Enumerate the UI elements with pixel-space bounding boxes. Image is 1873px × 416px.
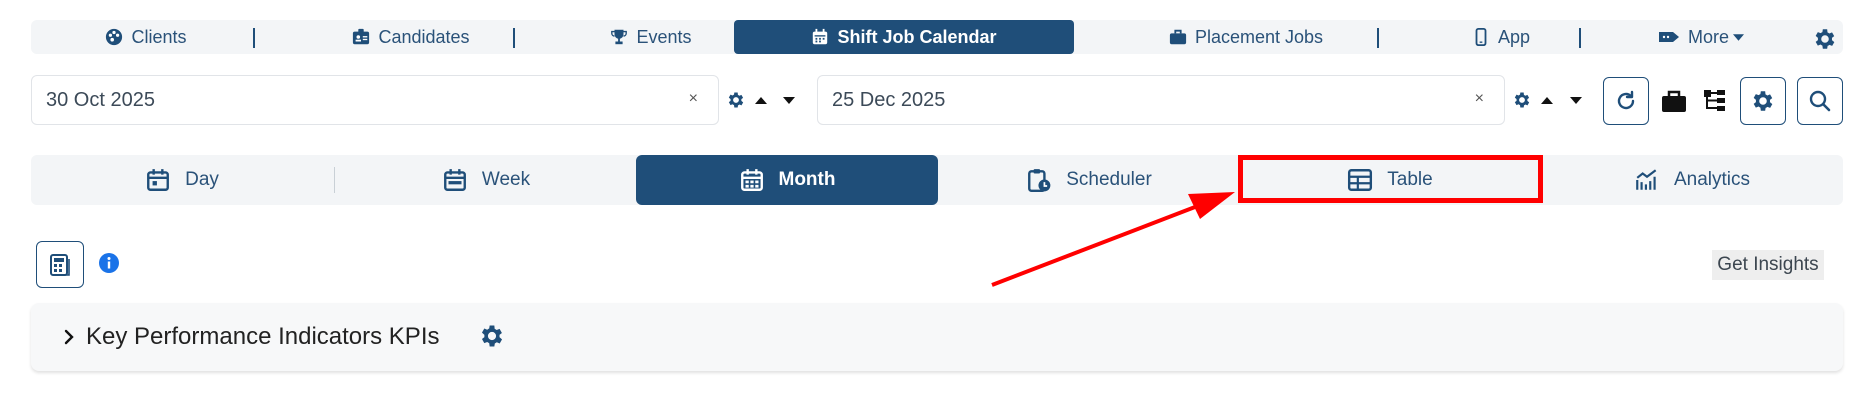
top-nav: Clients Candidates Events Shift Job Cale (31, 20, 1843, 54)
end-date-gear-icon[interactable] (1512, 90, 1532, 110)
tab-label: Day (185, 169, 219, 190)
view-tabs: Day Week Month Scheduler Table Analytics (31, 155, 1843, 205)
chevron-right-icon[interactable] (63, 328, 75, 346)
kpi-title: Key Performance Indicators KPIs (86, 323, 440, 350)
caret-up-icon[interactable] (755, 95, 769, 105)
start-date-value: 30 Oct 2025 (46, 88, 155, 111)
trophy-icon (611, 29, 628, 45)
start-date-field[interactable]: 30 Oct 2025 × (31, 75, 719, 125)
calculator-icon (50, 253, 70, 276)
tab-day[interactable]: Day (31, 155, 333, 205)
clear-end-date-button[interactable]: × (1475, 90, 1484, 108)
nav-more[interactable]: More (1621, 20, 1781, 54)
nav-label: Events (636, 26, 692, 47)
tab-analytics[interactable]: Analytics (1541, 155, 1843, 205)
nav-label: Candidates (378, 26, 470, 47)
calendar-month-icon (740, 169, 763, 191)
tab-label: Scheduler (1066, 169, 1152, 190)
table-icon (1348, 169, 1373, 191)
calculator-button[interactable] (36, 241, 84, 288)
search-icon (1809, 90, 1831, 112)
caret-down-icon[interactable] (1570, 95, 1584, 105)
caret-down-icon (1733, 33, 1744, 41)
chart-line-icon (1636, 169, 1657, 190)
nav-app[interactable]: App (1431, 20, 1571, 54)
caret-down-icon[interactable] (783, 95, 797, 105)
tab-month[interactable]: Month (636, 155, 938, 205)
tab-week[interactable]: Week (335, 155, 637, 205)
id-badge-icon (353, 28, 370, 45)
briefcase-icon (1169, 29, 1187, 45)
tab-label: Table (1387, 169, 1433, 190)
nav-clients[interactable]: Clients (71, 20, 221, 54)
tab-label: Month (778, 169, 836, 190)
nav-events[interactable]: Events (571, 20, 731, 54)
calendar-day-icon (147, 169, 170, 191)
tag-icon (1658, 32, 1679, 42)
nav-divider (253, 28, 255, 48)
refresh-icon (1617, 90, 1635, 110)
nav-shift-job-calendar[interactable]: Shift Job Calendar (734, 20, 1074, 54)
tab-table[interactable]: Table (1239, 155, 1541, 205)
refresh-button[interactable] (1603, 77, 1649, 125)
hierarchy-icon[interactable] (1703, 88, 1727, 114)
nav-candidates[interactable]: Candidates (311, 20, 511, 54)
start-date-gear-icon[interactable] (726, 90, 746, 110)
palette-icon (106, 28, 123, 46)
end-date-field[interactable]: 25 Dec 2025 × (817, 75, 1505, 125)
search-button[interactable] (1797, 77, 1843, 125)
end-date-value: 25 Dec 2025 (832, 88, 946, 111)
clipboard-clock-icon (1028, 169, 1051, 193)
nav-label: App (1497, 26, 1531, 47)
briefcase-icon[interactable] (1661, 89, 1687, 113)
tab-label: Analytics (1673, 169, 1751, 190)
tab-scheduler[interactable]: Scheduler (938, 155, 1240, 205)
calendar-icon (813, 28, 828, 45)
nav-placement-jobs[interactable]: Placement Jobs (1131, 20, 1361, 54)
calendar-week-icon (443, 169, 466, 191)
nav-divider (1377, 28, 1379, 48)
info-icon[interactable] (98, 252, 120, 274)
nav-label: Placement Jobs (1194, 26, 1324, 47)
settings-gear-icon[interactable] (1812, 26, 1838, 52)
tab-label: Week (481, 169, 531, 190)
nav-label: More (1687, 26, 1729, 47)
get-insights-button[interactable]: Get Insights (1712, 250, 1824, 280)
settings-button[interactable] (1740, 77, 1786, 125)
clear-start-date-button[interactable]: × (689, 90, 698, 108)
kpi-gear-icon[interactable] (478, 322, 506, 350)
caret-up-icon[interactable] (1541, 95, 1555, 105)
gear-icon (1753, 91, 1773, 111)
nav-label: Shift Job Calendar (837, 26, 997, 47)
mobile-icon (1475, 28, 1487, 46)
nav-divider (1579, 28, 1581, 48)
nav-divider (513, 28, 515, 48)
kpi-panel[interactable]: Key Performance Indicators KPIs (31, 303, 1843, 371)
nav-label: Clients (131, 26, 187, 47)
